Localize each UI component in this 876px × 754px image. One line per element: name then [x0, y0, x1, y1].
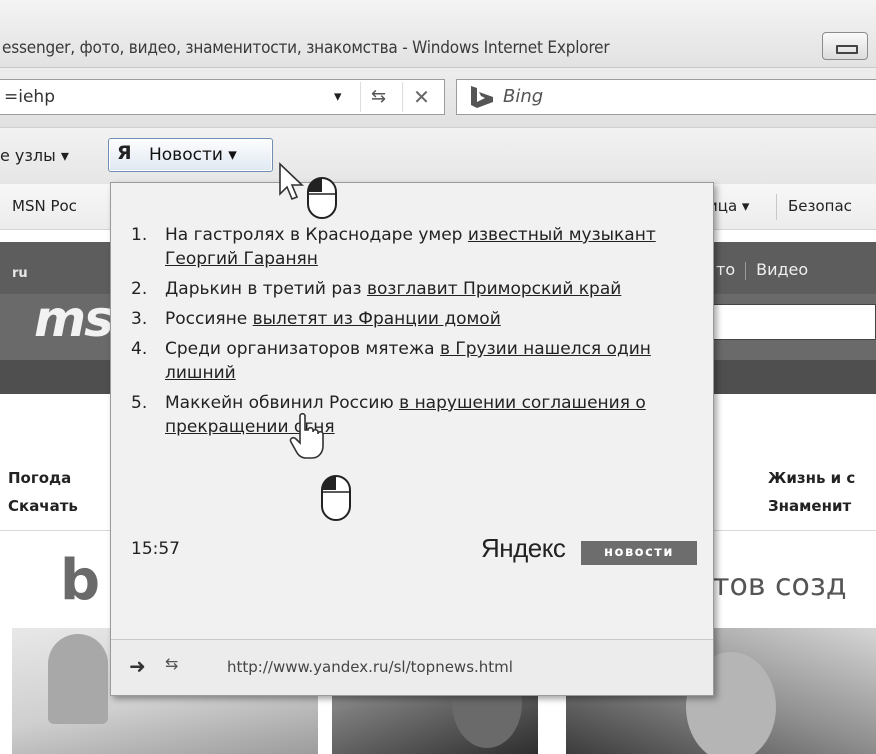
- news-feed-dropdown: 1. На гастролях в Краснодаре умер извест…: [110, 182, 714, 696]
- address-row: =iehp ▾ ⇆ ✕ Bing: [0, 68, 876, 128]
- refresh-icon[interactable]: ⇆: [165, 654, 178, 673]
- msn-nav: то Видео: [716, 260, 808, 280]
- window-title: essenger, фото, видео, знаменитости, зна…: [2, 38, 610, 58]
- stop-icon[interactable]: ✕: [402, 82, 440, 112]
- weather-link[interactable]: Погода: [8, 464, 78, 492]
- msn-logo[interactable]: ms: [34, 290, 114, 348]
- news-link[interactable]: вылетят из Франции домой: [253, 309, 501, 329]
- news-text: На гастролях в Краснодаре умер: [165, 225, 468, 245]
- news-badge[interactable]: новости: [581, 541, 697, 565]
- go-arrow-icon[interactable]: ➜: [129, 654, 146, 678]
- title-bar: essenger, фото, видео, знаменитости, зна…: [0, 0, 876, 68]
- church-dome: [48, 634, 108, 724]
- download-link[interactable]: Скачать: [8, 492, 78, 520]
- refresh-icon[interactable]: ⇆: [360, 82, 396, 112]
- update-time: 15:57: [131, 539, 180, 559]
- msn-nav-video[interactable]: Видео: [756, 260, 808, 279]
- news-link[interactable]: возглавит Приморский край: [367, 279, 621, 299]
- bing-b-logo: b: [60, 548, 101, 613]
- address-text[interactable]: =iehp: [4, 87, 55, 107]
- news-feed-label: Новости ▾: [149, 145, 237, 165]
- bing-logo-icon: [471, 86, 493, 108]
- search-provider-label: Bing: [503, 86, 544, 107]
- msn-tab[interactable]: MSN Рос: [12, 197, 77, 215]
- msn-ru-label: ru: [12, 266, 28, 281]
- life-link[interactable]: Жизнь и с: [768, 464, 855, 492]
- suggested-sites-button[interactable]: е узлы ▾: [0, 146, 69, 165]
- news-item: 1. На гастролях в Краснодаре умер извест…: [131, 223, 701, 271]
- news-number: 4.: [131, 339, 148, 359]
- safety-menu[interactable]: Безопас: [788, 197, 852, 215]
- favorites-bar: е узлы ▾ Я Новости ▾: [0, 128, 876, 184]
- news-number: 5.: [131, 393, 148, 413]
- news-text: Маккейн обвинил Россию: [165, 393, 400, 413]
- yandex-logo[interactable]: Яндекс: [481, 533, 566, 564]
- nav-separator: [745, 261, 747, 280]
- address-bar[interactable]: =iehp ▾ ⇆ ✕: [0, 79, 445, 115]
- minimize-button[interactable]: [822, 32, 868, 60]
- news-text: Россияне: [165, 309, 253, 329]
- celebrities-link[interactable]: Знаменит: [768, 492, 855, 520]
- news-item: 3. Россияне вылетят из Франции домой: [131, 307, 701, 331]
- yandex-icon: Я: [117, 142, 132, 164]
- news-item: 5. Маккейн обвинил Россию в нарушении со…: [131, 391, 701, 439]
- msn-links-right: Жизнь и с Знаменит: [768, 464, 855, 520]
- news-feed-button[interactable]: Я Новости ▾: [108, 138, 273, 172]
- search-box[interactable]: Bing: [456, 79, 876, 115]
- news-item: 4. Среди организаторов мятежа в Грузии н…: [131, 337, 701, 385]
- msn-search-input[interactable]: [710, 304, 876, 340]
- news-list: 1. На гастролях в Краснодаре умер извест…: [131, 223, 701, 445]
- news-number: 1.: [131, 225, 148, 245]
- feed-footer: ➜ ⇆ http://www.yandex.ru/sl/topnews.html: [111, 639, 713, 695]
- news-item: 2. Дарькин в третий раз возглавит Примор…: [131, 277, 701, 301]
- page-menu[interactable]: ица ▾: [708, 197, 749, 215]
- msn-tagline: тов созд: [712, 568, 847, 603]
- news-text: Дарькин в третий раз: [165, 279, 367, 299]
- msn-links-left: Погода Скачать: [8, 464, 78, 520]
- news-number: 3.: [131, 309, 148, 329]
- msn-nav-photo[interactable]: то: [716, 260, 735, 279]
- news-text: Среди организаторов мятежа: [165, 339, 440, 359]
- feed-url[interactable]: http://www.yandex.ru/sl/topnews.html: [227, 658, 513, 676]
- address-dropdown-icon[interactable]: ▾: [334, 87, 342, 105]
- command-separator: [776, 194, 777, 220]
- news-number: 2.: [131, 279, 148, 299]
